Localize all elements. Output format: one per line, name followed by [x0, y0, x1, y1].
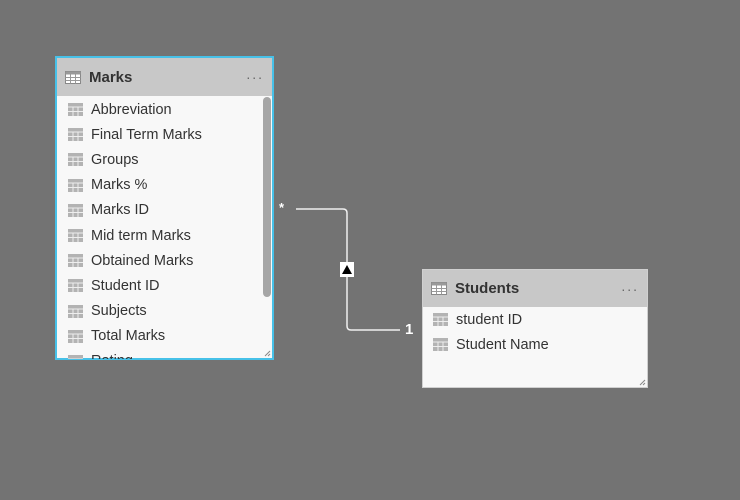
field-student-id[interactable]: Student ID: [57, 273, 272, 298]
field-obtained-marks[interactable]: Obtained Marks: [57, 248, 272, 273]
field-student-name[interactable]: Student Name: [423, 332, 647, 357]
field-marks-percent[interactable]: Marks %: [57, 173, 272, 198]
table-header[interactable]: Students ...: [423, 270, 647, 307]
column-icon: [68, 354, 83, 359]
field-abbreviation[interactable]: Abbreviation: [57, 97, 272, 122]
more-options-button[interactable]: ...: [621, 278, 639, 300]
table-title: Students: [455, 280, 520, 297]
column-icon: [68, 128, 83, 142]
field-label: Subjects: [91, 303, 147, 320]
field-list[interactable]: student ID Student Name: [423, 307, 647, 357]
column-icon: [433, 313, 448, 327]
field-label: Marks %: [91, 177, 148, 194]
more-options-button[interactable]: ...: [246, 66, 264, 88]
table-header[interactable]: Marks ...: [57, 58, 272, 96]
column-icon: [68, 103, 83, 117]
scrollbar-thumb[interactable]: [263, 97, 271, 297]
field-label: Student Name: [456, 336, 549, 353]
table-icon: [65, 70, 81, 84]
field-label: Obtained Marks: [91, 252, 194, 269]
column-icon: [68, 279, 83, 293]
resize-grip-icon[interactable]: [639, 379, 646, 386]
table-card-students[interactable]: Students ... student ID Student Name: [422, 269, 648, 388]
column-icon: [68, 329, 83, 343]
table-icon: [431, 282, 447, 295]
field-subjects[interactable]: Subjects: [57, 299, 272, 324]
field-label: Total Marks: [91, 328, 166, 345]
field-label: Marks ID: [91, 202, 149, 219]
field-list[interactable]: Abbreviation Final Term Marks Groups Mar…: [57, 96, 272, 359]
table-card-marks[interactable]: Marks ... Abbreviation Final Term Marks …: [55, 56, 274, 360]
field-final-term-marks[interactable]: Final Term Marks: [57, 122, 272, 147]
field-label: Rating: [91, 353, 133, 359]
column-icon: [68, 254, 83, 268]
field-total-marks[interactable]: Total Marks: [57, 324, 272, 349]
many-cardinality-label: *: [279, 200, 285, 215]
field-mid-term-marks[interactable]: Mid term Marks: [57, 223, 272, 248]
field-label: Abbreviation: [91, 101, 172, 118]
column-icon: [68, 203, 83, 217]
column-icon: [68, 178, 83, 192]
field-student-id[interactable]: student ID: [423, 307, 647, 332]
field-rating[interactable]: Rating: [57, 349, 272, 359]
column-icon: [433, 338, 448, 352]
column-icon: [68, 229, 83, 243]
field-label: student ID: [456, 311, 523, 328]
field-label: Groups: [91, 151, 139, 168]
column-icon: [68, 304, 83, 318]
resize-grip-icon[interactable]: [264, 350, 271, 357]
field-label: Final Term Marks: [91, 126, 202, 143]
field-label: Mid term Marks: [91, 227, 191, 244]
table-title: Marks: [89, 68, 133, 86]
field-label: Student ID: [91, 277, 160, 294]
field-marks-id[interactable]: Marks ID: [57, 198, 272, 223]
field-groups[interactable]: Groups: [57, 147, 272, 172]
column-icon: [68, 153, 83, 167]
one-cardinality-label: 1: [405, 321, 414, 338]
